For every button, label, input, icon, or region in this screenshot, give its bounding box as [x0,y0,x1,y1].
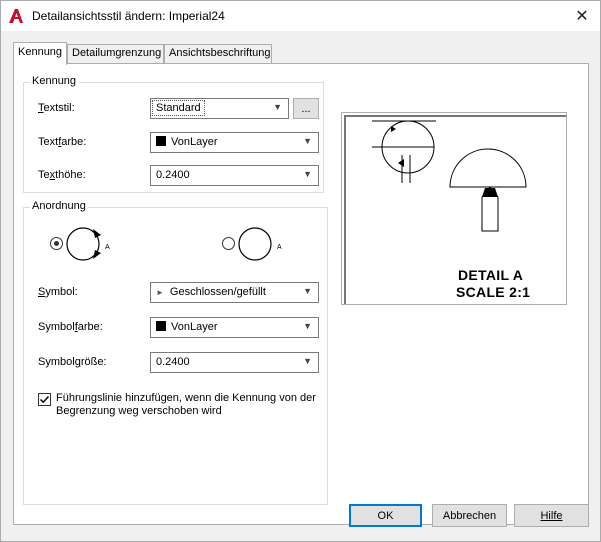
symbolgroesse-dropdown[interactable]: 0.2400 ▼ [150,352,319,373]
svg-text:A: A [105,244,110,251]
tab-ansichtsbeschriftung[interactable]: Ansichtsbeschriftung [164,44,272,64]
placement-inside-radio[interactable] [50,237,63,250]
leader-checkbox-label: Führungslinie hinzufügen, wenn die Kennu… [56,392,316,417]
help-label: Hilfe [540,509,563,522]
preview-scale-label: SCALE 2:1 [456,284,531,300]
textfarbe-dropdown[interactable]: VonLayer ▼ [150,132,319,153]
textstil-browse-button[interactable]: ... [293,98,319,119]
chevron-down-icon: ▼ [273,102,282,112]
color-swatch [156,321,166,331]
window-title: Detailansichtsstil ändern: Imperial24 [32,9,225,23]
tab-kennung[interactable]: Kennung [13,42,67,65]
chevron-down-icon: ▼ [303,356,312,366]
kennung-group-label: Kennung [30,75,79,87]
symbol-dropdown[interactable]: ► Geschlossen/gefüllt ▼ [150,282,319,303]
color-swatch [156,136,166,146]
preview-canvas: DETAIL A SCALE 2:1 [344,115,566,304]
checkmark-icon [39,395,50,404]
texthoehe-label: Texthöhe: [38,169,86,181]
textstil-value: Standard [152,100,205,116]
symbolfarbe-value: VonLayer [171,321,218,333]
close-icon: ✕ [575,8,589,25]
ok-button[interactable]: OK [349,504,422,527]
filled-arrow-icon: ► [156,288,164,297]
placement-outside-radio[interactable] [222,237,235,250]
textfarbe-value: VonLayer [171,136,218,148]
chevron-down-icon: ▼ [303,136,312,146]
symbolgroesse-label: Symbolgröße: [38,356,107,368]
symbolfarbe-label: Symbolfarbe: [38,321,103,333]
textfarbe-label: Textfarbe: [38,136,87,148]
tab-detailumgrenzung[interactable]: Detailumgrenzung [67,44,164,64]
textstil-dropdown[interactable]: Standard ▼ [150,98,289,119]
chevron-down-icon: ▼ [303,286,312,296]
texthoehe-dropdown[interactable]: 0.2400 ▼ [150,165,319,186]
dialog-body: Kennung Detailumgrenzung Ansichtsbeschri… [0,31,601,542]
texthoehe-value: 0.2400 [156,169,190,181]
textstil-label: Textstil: [38,102,75,114]
preview-pane: DETAIL A SCALE 2:1 [341,112,567,305]
symbol-outside-circle-icon: A [238,227,282,261]
close-button[interactable]: ✕ [564,1,600,31]
symbol-value: Geschlossen/gefüllt [169,286,266,298]
symbolgroesse-value: 0.2400 [156,356,190,368]
kennung-group: Kennung Textstil: Standard ▼ ... Textfar… [23,75,324,193]
help-button[interactable]: Hilfe [514,504,589,527]
autocad-logo-icon [9,9,23,23]
chevron-down-icon: ▼ [303,169,312,179]
detail-drawing-graphic [372,120,527,232]
symbol-label: Symbol: [38,286,78,298]
svg-text:A: A [277,244,282,251]
symbolfarbe-dropdown[interactable]: VonLayer ▼ [150,317,319,338]
title-bar: Detailansichtsstil ändern: Imperial24 ✕ [0,0,601,31]
symbol-inside-arrows-icon: A [66,227,110,261]
anordnung-group-label: Anordnung [30,200,88,212]
cancel-button[interactable]: Abbrechen [432,504,507,527]
chevron-down-icon: ▼ [303,321,312,331]
preview-detail-label: DETAIL A [458,267,524,283]
anordnung-group: Anordnung A A Symbol: ► Geschlossen/gefül… [23,200,328,505]
leader-checkbox[interactable] [38,393,51,406]
tab-panel-kennung: Kennung Textstil: Standard ▼ ... Textfar… [13,63,589,525]
